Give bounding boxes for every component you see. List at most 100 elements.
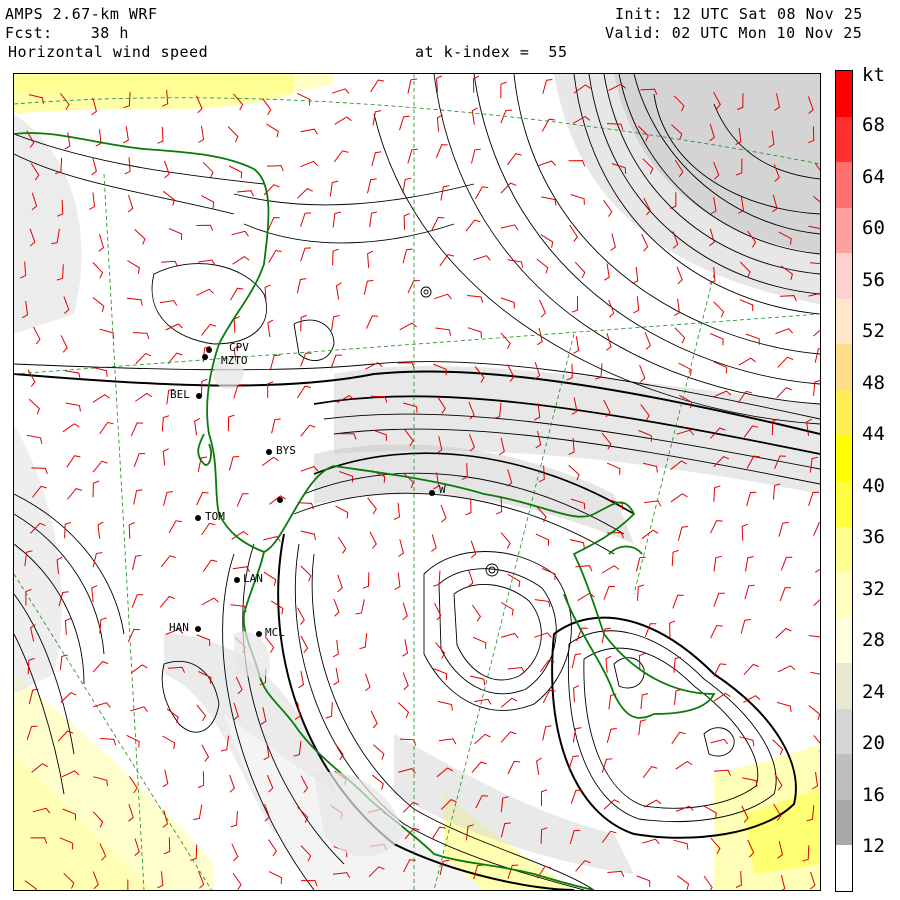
wind-barb [745, 556, 754, 572]
wind-barb [130, 664, 148, 674]
wind-barb [201, 744, 210, 762]
wind-barb [67, 488, 83, 500]
wind-barb [124, 157, 131, 175]
wind-barb [641, 838, 660, 845]
colorbar [835, 70, 853, 892]
wind-barb [440, 185, 450, 201]
wind-barb [500, 332, 511, 350]
wind-barb [644, 500, 662, 507]
wind-barb [673, 839, 689, 850]
wind-barb [472, 636, 487, 649]
wind-barb [99, 738, 117, 746]
wind-barb [813, 598, 820, 606]
wind-barb [500, 532, 511, 549]
wind-barb [130, 706, 148, 712]
wind-barb [710, 738, 729, 745]
colorbar-segment [836, 207, 852, 254]
wind-barb [738, 357, 756, 366]
wind-barb [263, 571, 277, 586]
wind-barb [201, 597, 219, 606]
colorbar-tick-label: 20 [862, 732, 885, 754]
wind-barb [194, 417, 201, 436]
wind-barb [33, 326, 41, 345]
wind-barb [435, 144, 448, 158]
wind-barb [471, 761, 487, 773]
wind-barb [603, 199, 613, 217]
wind-barb [536, 258, 549, 274]
wind-barb [92, 394, 110, 403]
wind-barb [300, 212, 312, 227]
colorbar-segment [836, 708, 852, 755]
wind-barb [467, 295, 484, 303]
wind-barb [606, 462, 621, 475]
wind-barb [673, 298, 680, 317]
wind-barb [571, 295, 579, 313]
wind-barb [500, 182, 517, 194]
wind-barb [568, 160, 586, 167]
wind-barb [230, 604, 247, 613]
wind-barb [633, 296, 640, 314]
wind-barb [739, 299, 754, 311]
colorbar-tick-label: 48 [862, 371, 885, 394]
wind-barb [539, 299, 546, 318]
station-label-bel: BEL [170, 388, 190, 401]
wind-barb [160, 555, 176, 568]
wind-barb [776, 387, 792, 399]
wind-barb [507, 666, 525, 674]
wind-barb [60, 692, 77, 703]
wind-barb [365, 315, 379, 329]
wind-barb [471, 107, 478, 125]
wind-barb [402, 639, 409, 657]
wind-barb [266, 123, 279, 138]
wind-barb [639, 364, 646, 383]
wind-barb [201, 522, 216, 536]
wind-barb [744, 584, 755, 600]
wind-barb [359, 633, 368, 650]
wind-barb [369, 211, 378, 228]
wind-barb [373, 744, 385, 760]
wind-barb [500, 224, 519, 231]
wind-barb [99, 328, 115, 339]
wind-barb [507, 153, 522, 166]
wind-barb [570, 194, 585, 205]
wind-barb [231, 843, 239, 862]
wind-barb [91, 157, 97, 176]
wind-barb [435, 327, 452, 336]
wind-barb [573, 685, 580, 703]
wind-barb [642, 766, 658, 779]
wind-barb [300, 635, 309, 654]
wind-barb [365, 673, 371, 692]
wind-barb [27, 369, 36, 387]
wind-barb [541, 196, 557, 206]
wind-barb [394, 572, 401, 590]
wind-barb [333, 667, 340, 686]
wind-barb [371, 151, 382, 167]
wind-barb [363, 279, 374, 295]
wind-barb [538, 160, 556, 167]
wind-barb [267, 217, 280, 231]
station-dot-w [429, 490, 435, 496]
wind-barb [332, 248, 339, 266]
wind-barb [637, 584, 645, 601]
wind-barb [746, 491, 757, 507]
wind-barb [66, 455, 81, 468]
wind-barb [436, 75, 443, 93]
wind-barb [542, 725, 552, 741]
wind-barb [507, 760, 521, 775]
wind-barb [607, 870, 625, 878]
wind-barb [337, 536, 347, 554]
wind-barb [641, 529, 659, 540]
wind-barb [402, 248, 413, 264]
model-title: AMPS 2.67-km WRF [5, 5, 158, 23]
wind-barb [162, 769, 169, 788]
wind-barb [601, 565, 620, 574]
wind-barb [193, 804, 203, 821]
wind-barb [127, 260, 140, 274]
station-dot-bel [196, 393, 202, 399]
wind-barb [127, 194, 134, 213]
wind-barb [672, 594, 684, 609]
wind-barb [297, 607, 305, 625]
wind-barb [325, 702, 333, 719]
wind-barb [638, 719, 647, 736]
wind-barb [601, 758, 613, 773]
